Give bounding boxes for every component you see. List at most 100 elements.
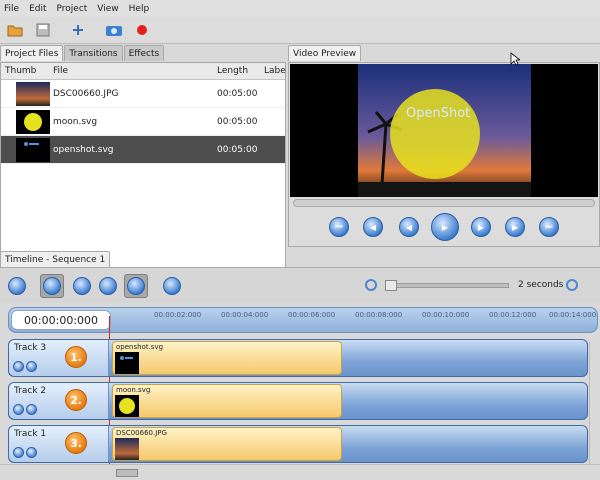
clip-thumbnail [115, 395, 139, 417]
file-row[interactable]: DSC00660.JPG 00:05:00 [1, 80, 285, 108]
next-marker-icon[interactable]: ▶ [505, 217, 525, 237]
clip[interactable]: openshot.svg [112, 341, 342, 375]
mouse-cursor-icon [510, 52, 522, 69]
timecode-display: 00:00:00:000 [11, 310, 111, 330]
tab-project-files[interactable]: Project Files [0, 45, 64, 61]
menu-edit[interactable]: Edit [29, 4, 46, 14]
timeline-toolbar: 2 seconds [0, 267, 600, 303]
timeline-horizontal-scrollbar[interactable] [0, 464, 600, 480]
ruler-tick: 00:00:10:000 [422, 311, 470, 319]
open-folder-icon[interactable] [5, 20, 25, 40]
resize-tool-icon[interactable] [96, 274, 120, 298]
video-canvas: OpenShot [290, 64, 598, 197]
clip-name: DSC00660.JPG [116, 429, 167, 437]
jump-end-icon[interactable]: ⏭ [539, 217, 559, 237]
rewind-icon[interactable]: ◀ [399, 217, 419, 237]
ruler-tick: 00:00:04:000 [221, 311, 269, 319]
track-header: Track 2 2. [9, 383, 109, 419]
add-marker-icon[interactable] [160, 274, 184, 298]
file-name: DSC00660.JPG [53, 89, 119, 99]
ruler-tick: 00:00:14:000 [549, 311, 597, 319]
step-badge: 2. [65, 389, 87, 411]
thumbnail-sunset [16, 82, 50, 106]
file-row-selected[interactable]: openshot.svg 00:05:00 [1, 136, 285, 164]
menu-project[interactable]: Project [57, 4, 88, 14]
tab-timeline[interactable]: Timeline - Sequence 1 [0, 251, 111, 267]
track-up-icon[interactable] [13, 447, 24, 458]
track-name: Track 3 [14, 343, 47, 353]
col-file[interactable]: File [53, 66, 68, 76]
ruler-tick: 00:00:08:000 [355, 311, 403, 319]
razor-tool-icon[interactable] [70, 274, 94, 298]
file-length: 00:05:00 [217, 117, 258, 127]
thumbnail-openshot [16, 138, 50, 162]
col-thumb[interactable]: Thumb [5, 66, 36, 76]
clip[interactable]: DSC00660.JPG [112, 427, 342, 461]
openshot-logo-text: OpenShot [406, 106, 471, 121]
main-toolbar [0, 17, 600, 44]
track[interactable]: Track 1 3. DSC00660.JPG [8, 425, 588, 463]
col-length[interactable]: Length [217, 66, 248, 76]
track-up-icon[interactable] [13, 361, 24, 372]
timeline-ruler[interactable]: 00:00:00:000 00:00:02:000 00:00:04:000 0… [8, 307, 598, 333]
track-header: Track 1 3. [9, 426, 109, 462]
play-icon[interactable]: ▶ [431, 213, 459, 241]
menu-view[interactable]: View [97, 4, 118, 14]
file-row[interactable]: moon.svg 00:05:00 [1, 108, 285, 136]
file-length: 00:05:00 [217, 89, 258, 99]
jump-start-icon[interactable]: ⏮ [329, 217, 349, 237]
project-tabs: Project Files Transitions Effects [0, 45, 286, 61]
add-icon[interactable] [68, 20, 88, 40]
zoom-out-icon[interactable] [566, 279, 578, 291]
track[interactable]: Track 3 1. openshot.svg [8, 339, 588, 377]
menu-file[interactable]: File [4, 4, 19, 14]
ruler-tick: 00:00:12:000 [489, 311, 537, 319]
record-icon[interactable] [132, 20, 152, 40]
seek-bar[interactable] [293, 199, 595, 207]
preview-image [358, 64, 531, 197]
file-name: moon.svg [53, 117, 98, 127]
track[interactable]: Track 2 2. moon.svg [8, 382, 588, 420]
thumbnail-moon [16, 110, 50, 134]
ruler-tick: 00:00:06:000 [288, 311, 336, 319]
ruler-tick: 00:00:02:000 [154, 311, 202, 319]
scrollbar-thumb[interactable] [116, 469, 138, 477]
track-name: Track 1 [14, 429, 47, 439]
track-down-icon[interactable] [26, 361, 37, 372]
timeline-tabs: Timeline - Sequence 1 [0, 251, 600, 267]
video-preview-panel: Video Preview OpenShot ⏮ ◀ ◀ ▶ ▶ ▶ ⏭ [288, 45, 600, 247]
zoom-in-icon[interactable] [365, 279, 377, 291]
timeline-vertical-scrollbar[interactable] [589, 342, 600, 464]
export-video-icon[interactable] [104, 20, 124, 40]
project-panel: Project Files Transitions Effects Thumb … [0, 45, 286, 292]
file-list-header: Thumb File Length Labe [1, 63, 286, 80]
fast-forward-icon[interactable]: ▶ [471, 217, 491, 237]
clip[interactable]: moon.svg [112, 384, 342, 418]
tab-transitions[interactable]: Transitions [64, 45, 123, 61]
zoom-slider[interactable] [385, 283, 509, 288]
menu-bar: File Edit Project View Help [0, 0, 600, 17]
clip-name: openshot.svg [116, 343, 164, 351]
add-track-icon[interactable] [5, 274, 29, 298]
track-down-icon[interactable] [26, 447, 37, 458]
track-header: Track 3 1. [9, 340, 109, 376]
menu-help[interactable]: Help [129, 4, 150, 14]
track-up-icon[interactable] [13, 404, 24, 415]
track-down-icon[interactable] [26, 404, 37, 415]
col-label[interactable]: Labe [264, 66, 286, 76]
tab-video-preview[interactable]: Video Preview [288, 45, 362, 61]
previous-marker-icon[interactable]: ◀ [363, 217, 383, 237]
step-badge: 3. [65, 432, 87, 454]
save-icon[interactable] [33, 20, 53, 40]
select-tool-icon[interactable] [40, 274, 64, 298]
zoom-slider-handle[interactable] [385, 280, 397, 291]
clip-thumbnail [115, 352, 139, 374]
zoom-label: 2 seconds [518, 280, 564, 290]
file-name: openshot.svg [53, 145, 114, 155]
file-length: 00:05:00 [217, 145, 258, 155]
step-badge: 1. [65, 346, 87, 368]
snapping-icon[interactable] [124, 274, 148, 298]
clip-name: moon.svg [116, 386, 151, 394]
clip-thumbnail [115, 438, 139, 460]
tab-effects[interactable]: Effects [123, 45, 165, 61]
